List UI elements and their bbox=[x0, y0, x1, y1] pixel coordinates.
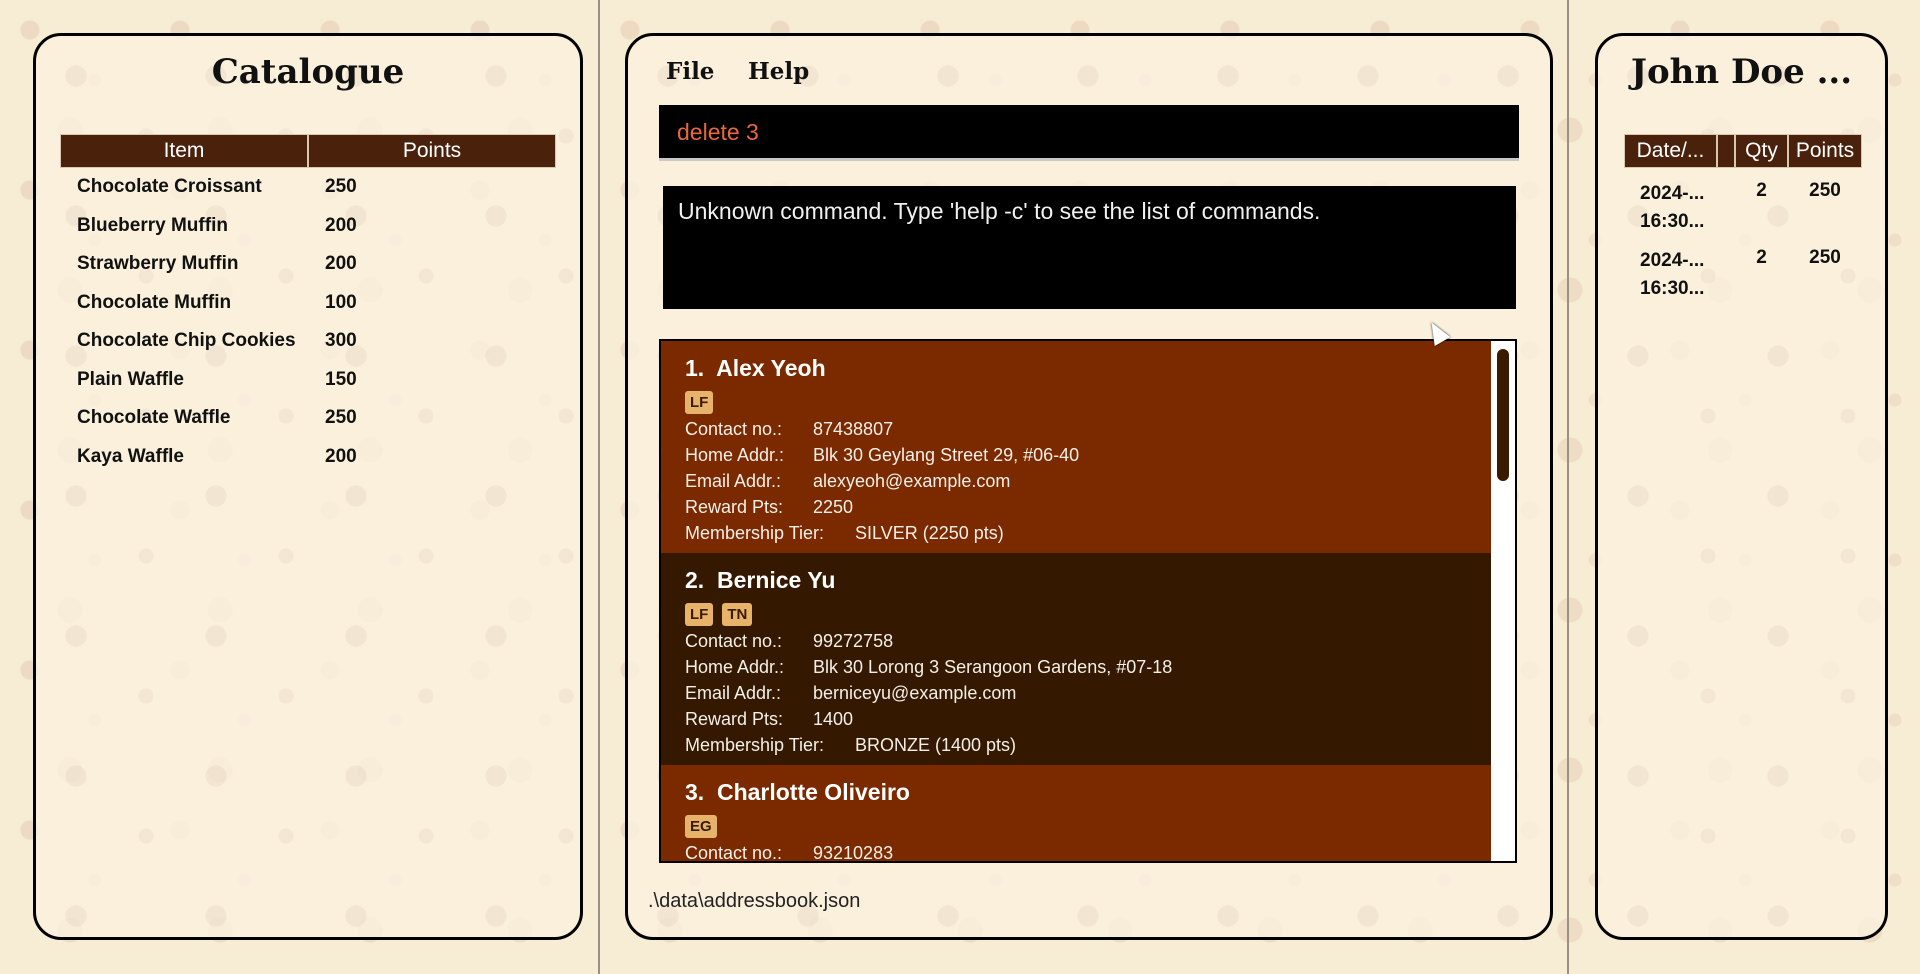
qty-cell: 2 bbox=[1756, 180, 1767, 201]
contact-field: Contact no.: 99272758 bbox=[685, 631, 894, 651]
result-message: Unknown command. Type 'help -c' to see t… bbox=[678, 198, 1321, 224]
item-name: Plain Waffle bbox=[77, 368, 184, 390]
points-column-header[interactable]: Points bbox=[308, 134, 556, 168]
item-column-header[interactable]: Item bbox=[60, 134, 308, 168]
table-row[interactable]: Kaya Waffle 200 bbox=[60, 438, 556, 477]
item-name: Strawberry Muffin bbox=[77, 253, 239, 275]
tag-badge: TN bbox=[722, 603, 753, 626]
date-cell: 2024-... 16:30... bbox=[1640, 250, 1705, 299]
result-display: Unknown command. Type 'help -c' to see t… bbox=[663, 186, 1516, 309]
person-tags: LF bbox=[685, 391, 714, 414]
points-column-header[interactable]: Points bbox=[1788, 134, 1862, 168]
catalogue-title: Catalogue bbox=[211, 52, 405, 92]
reward-field: Reward Pts: 1400 bbox=[685, 709, 854, 729]
person-card[interactable]: 2. Bernice Yu LF TN Contact no.: 99272758… bbox=[661, 553, 1493, 765]
item-points: 250 bbox=[325, 407, 357, 429]
item-points: 200 bbox=[325, 253, 357, 275]
qty-column-header[interactable]: Qty bbox=[1735, 134, 1788, 168]
table-row[interactable]: 2024-... 16:30... 2 250 bbox=[1624, 168, 1862, 235]
table-row[interactable]: Strawberry Muffin 200 bbox=[60, 245, 556, 284]
tag-badge: LF bbox=[685, 603, 714, 626]
table-row[interactable]: Chocolate Chip Cookies 300 bbox=[60, 322, 556, 361]
item-points: 200 bbox=[325, 445, 357, 467]
customer-title: John Doe ... bbox=[1630, 52, 1853, 92]
person-name: 1. Alex Yeoh bbox=[685, 355, 826, 381]
email-field: Email Addr.: alexyeoh@example.com bbox=[685, 471, 1011, 491]
contact-field: Contact no.: 87438807 bbox=[685, 419, 894, 439]
item-points: 150 bbox=[325, 368, 357, 390]
date-column-header[interactable]: Date/... bbox=[1624, 134, 1717, 168]
person-name: 2. Bernice Yu bbox=[685, 567, 836, 593]
date-cell: 2024-... 16:30... bbox=[1640, 183, 1705, 232]
list-scrollbar[interactable] bbox=[1491, 341, 1515, 861]
address-field: Home Addr.: Blk 30 Lorong 3 Serangoon Gar… bbox=[685, 657, 1173, 677]
scrollbar-thumb[interactable] bbox=[1497, 349, 1509, 481]
table-row[interactable]: Chocolate Croissant 250 bbox=[60, 168, 556, 207]
reward-field: Reward Pts: 2250 bbox=[685, 497, 854, 517]
person-tags: EG bbox=[685, 815, 717, 838]
item-name: Kaya Waffle bbox=[77, 445, 184, 467]
person-tags: LF TN bbox=[685, 603, 753, 626]
history-header-row: Date/... Qty Points bbox=[1624, 134, 1862, 168]
person-name: 3. Charlotte Oliveiro bbox=[685, 779, 910, 805]
address-field: Home Addr.: Blk 30 Geylang Street 29, #06… bbox=[685, 445, 1080, 465]
tag-badge: LF bbox=[685, 391, 714, 414]
catalogue-header-row: Item Points bbox=[60, 134, 556, 168]
command-input[interactable]: delete 3 bbox=[677, 119, 759, 146]
item-name: Chocolate Muffin bbox=[77, 291, 232, 313]
left-splitter[interactable] bbox=[598, 0, 600, 974]
command-box[interactable]: delete 3 bbox=[659, 105, 1519, 161]
file-menu[interactable]: File bbox=[666, 58, 714, 85]
points-cell: 250 bbox=[1809, 180, 1841, 201]
tier-field: Membership Tier: SILVER (2250 pts) bbox=[685, 523, 1004, 543]
person-card[interactable]: 3. Charlotte Oliveiro EG Contact no.: 932… bbox=[661, 765, 1493, 863]
right-splitter[interactable] bbox=[1567, 0, 1569, 974]
person-list[interactable]: 1. Alex Yeoh LF Contact no.: 87438807 Hom… bbox=[659, 339, 1517, 863]
tag-badge: EG bbox=[685, 815, 717, 838]
catalogue-table: Item Points Chocolate Croissant 250 Blueb… bbox=[60, 134, 556, 476]
table-row[interactable]: 2024-... 16:30... 2 250 bbox=[1624, 235, 1862, 302]
person-card[interactable]: 1. Alex Yeoh LF Contact no.: 87438807 Hom… bbox=[661, 341, 1493, 553]
item-points: 250 bbox=[325, 176, 357, 198]
item-points: 100 bbox=[325, 291, 357, 313]
table-row[interactable]: Blueberry Muffin 200 bbox=[60, 207, 556, 246]
item-name: Chocolate Croissant bbox=[77, 176, 262, 198]
item-name: Chocolate Waffle bbox=[77, 407, 231, 429]
qty-cell: 2 bbox=[1756, 247, 1767, 268]
contact-field: Contact no.: 93210283 bbox=[685, 843, 894, 863]
item-points: 200 bbox=[325, 214, 357, 236]
help-menu[interactable]: Help bbox=[748, 58, 809, 85]
table-row[interactable]: Plain Waffle 150 bbox=[60, 361, 556, 400]
points-cell: 250 bbox=[1809, 247, 1841, 268]
history-table: Date/... Qty Points 2024-... 16:30... 2 2… bbox=[1624, 134, 1862, 302]
tier-field: Membership Tier: BRONZE (1400 pts) bbox=[685, 735, 1017, 755]
item-name: Chocolate Chip Cookies bbox=[77, 330, 296, 352]
item-points: 300 bbox=[325, 330, 357, 352]
email-field: Email Addr.: berniceyu@example.com bbox=[685, 683, 1017, 703]
table-row[interactable]: Chocolate Waffle 250 bbox=[60, 399, 556, 438]
status-bar-path: .\data\addressbook.json bbox=[648, 890, 861, 912]
blank-column-header[interactable] bbox=[1717, 134, 1735, 168]
table-row[interactable]: Chocolate Muffin 100 bbox=[60, 284, 556, 323]
item-name: Blueberry Muffin bbox=[77, 214, 228, 236]
